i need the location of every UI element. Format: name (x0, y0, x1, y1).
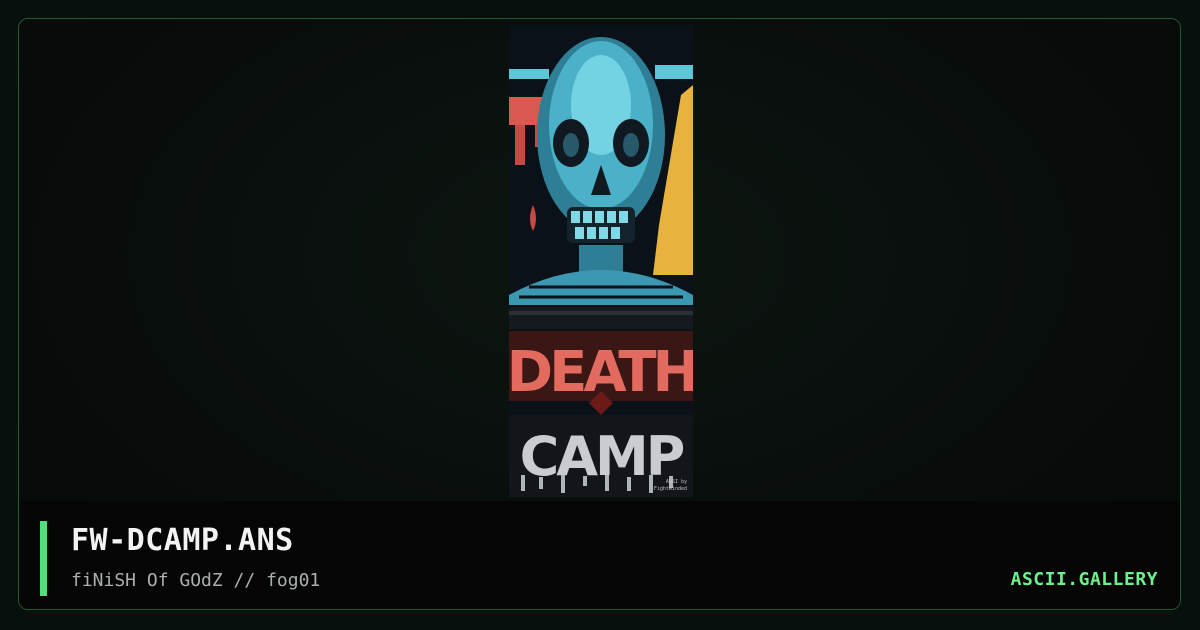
ansi-credit-1: ANSI by (666, 479, 687, 485)
file-subtitle: fiNiSH Of GOdZ // fog01 (71, 570, 321, 591)
info-footer: FW-DCAMP.ANS fiNiSH Of GOdZ // fog01 ASC… (19, 501, 1180, 609)
file-title: FW-DCAMP.ANS (71, 523, 294, 558)
accent-bar (40, 521, 47, 596)
ansi-artwork-image: DEATH CAMP ANSI by FightWinded (509, 25, 693, 497)
site-brand[interactable]: ASCII.GALLERY (1011, 569, 1158, 590)
preview-card: DEATH CAMP ANSI by FightWinded FW-DCAMP.… (18, 18, 1181, 610)
camp-lettering: CAMP (520, 425, 684, 488)
ansi-artwork-preview[interactable]: DEATH CAMP ANSI by FightWinded (509, 25, 693, 497)
ansi-credit-2: FightWinded (654, 486, 687, 492)
